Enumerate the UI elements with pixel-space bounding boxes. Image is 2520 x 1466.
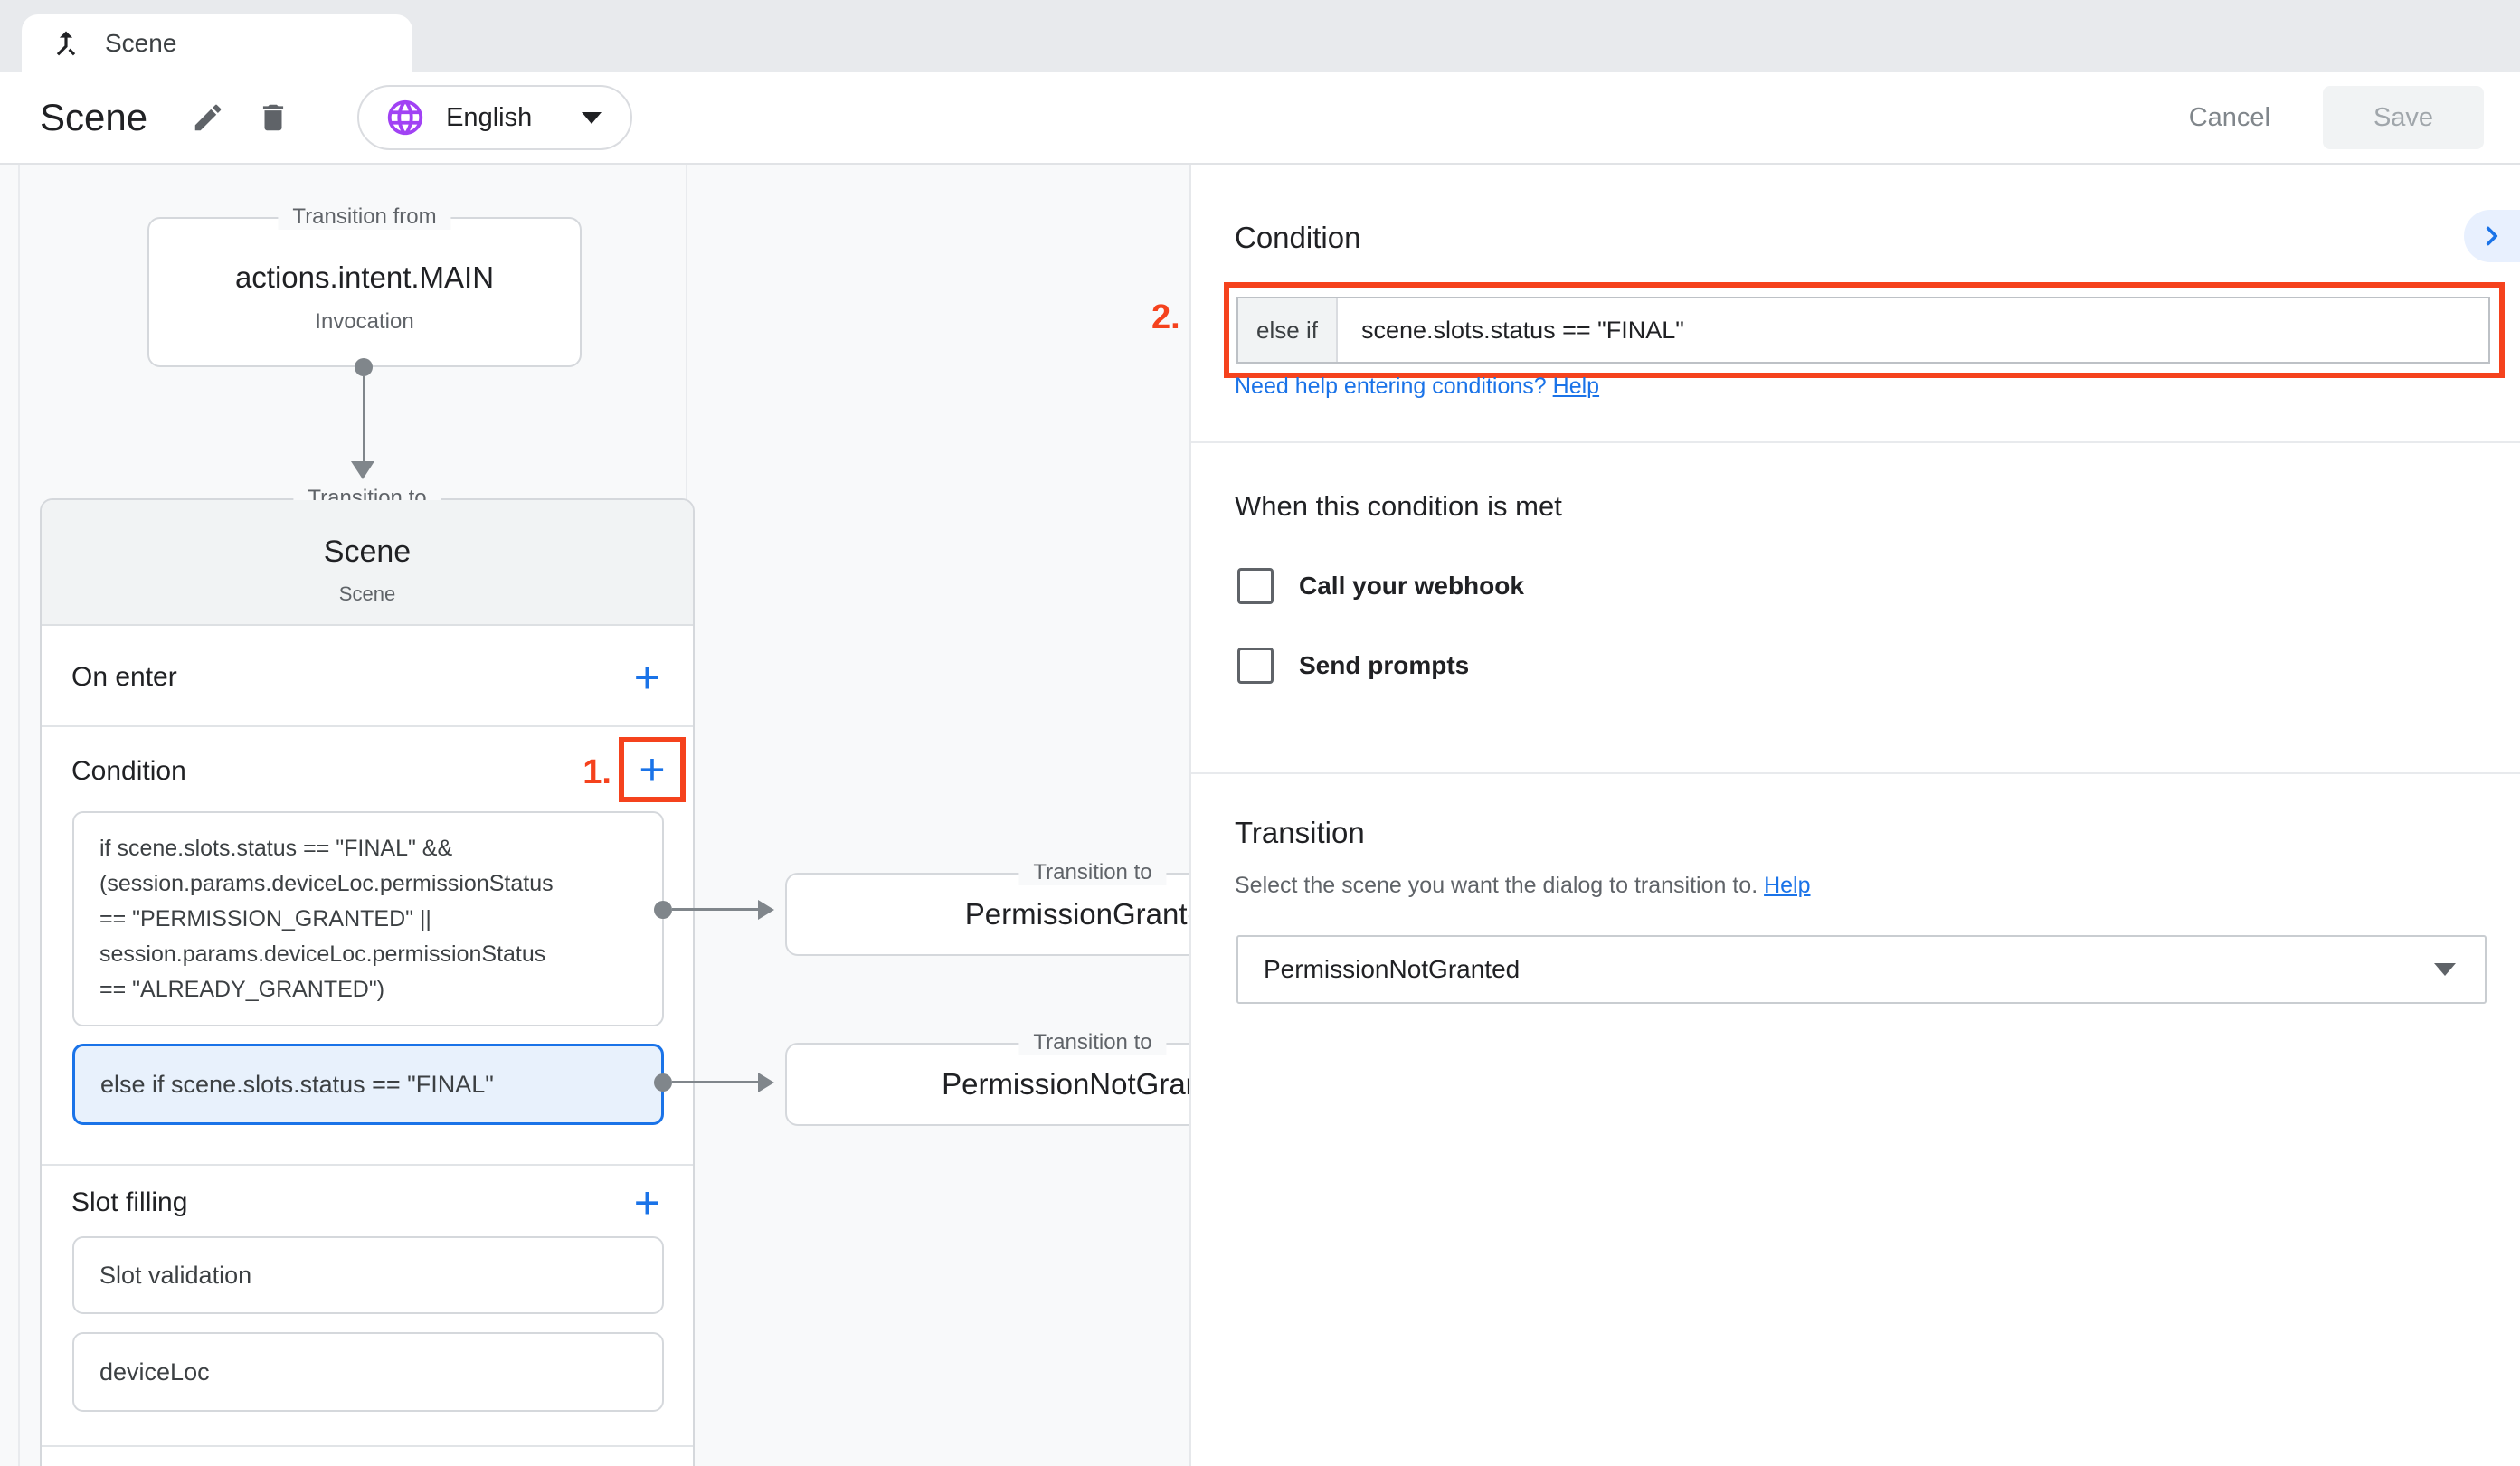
condition-editor: else if scene.slots.status == "FINAL" xyxy=(1236,297,2490,364)
conditions-help-line[interactable]: Need help entering conditions? Help xyxy=(1235,374,1599,400)
globe-icon xyxy=(384,97,426,138)
add-on-enter-button[interactable]: + xyxy=(634,655,660,700)
target-scene-name: PermissionGranted xyxy=(965,897,1189,932)
when-met-heading: When this condition is met xyxy=(1235,490,1562,523)
arrowhead-right-icon xyxy=(758,900,774,920)
node-legend: Transition from xyxy=(278,204,450,230)
condition-details-panel: Condition 2. else if scene.slots.status … xyxy=(1189,165,2520,1466)
intent-type: Invocation xyxy=(149,309,580,335)
transition-scene-select[interactable]: PermissionNotGranted xyxy=(1236,935,2487,1004)
scene-card[interactable]: Transition to Scene Scene On enter + Con… xyxy=(40,498,695,1466)
tab-label: Scene xyxy=(105,29,176,58)
connector-dot xyxy=(654,901,672,919)
transition-help-link[interactable]: Help xyxy=(1764,873,1810,898)
add-condition-button[interactable]: + xyxy=(639,747,665,792)
page-title: Scene xyxy=(40,96,147,139)
transition-heading: Transition xyxy=(1235,816,1365,850)
slot-item-deviceloc[interactable]: deviceLoc xyxy=(72,1332,664,1412)
dropdown-caret-icon xyxy=(2434,963,2456,976)
condition-item-if[interactable]: if scene.slots.status == "FINAL" && (ses… xyxy=(72,811,664,1026)
node-permission-not-granted[interactable]: Transition to PermissionNotGranted xyxy=(785,1043,1189,1126)
connector-line xyxy=(672,1081,761,1083)
condition-prefix: else if xyxy=(1238,298,1338,362)
node-transition-from[interactable]: Transition from actions.intent.MAIN Invo… xyxy=(147,217,582,367)
language-selector[interactable]: English xyxy=(357,85,632,150)
scene-card-subtitle: Scene xyxy=(42,582,693,606)
webhook-option-label: Call your webhook xyxy=(1299,572,1524,601)
help-link[interactable]: Help xyxy=(1553,374,1599,399)
save-button[interactable]: Save xyxy=(2323,86,2484,149)
pencil-icon xyxy=(191,100,225,135)
checkbox-icon[interactable] xyxy=(1237,648,1274,684)
target-scene-name: PermissionNotGranted xyxy=(942,1067,1189,1102)
tab-scene[interactable]: Scene xyxy=(22,14,412,72)
cancel-button[interactable]: Cancel xyxy=(2189,103,2270,133)
connector-dot xyxy=(355,358,373,376)
panel-divider xyxy=(1191,441,2520,443)
main-area: Transition from actions.intent.MAIN Invo… xyxy=(0,165,2520,1466)
panel-divider xyxy=(1191,772,2520,774)
header: Scene English Cancel Save xyxy=(0,72,2520,165)
edit-scene-button[interactable] xyxy=(191,100,225,135)
language-label: English xyxy=(446,103,532,133)
condition-item-else-if[interactable]: else if scene.slots.status == "FINAL" xyxy=(72,1044,664,1125)
condition-section-label: Condition xyxy=(71,756,186,787)
chevron-down-icon xyxy=(582,112,602,124)
transition-subtitle: Select the scene you want the dialog to … xyxy=(1235,873,1811,899)
chevron-right-icon xyxy=(2477,221,2507,251)
section-divider xyxy=(42,1164,693,1166)
webhook-option[interactable]: Call your webhook xyxy=(1237,568,1524,604)
merge-icon xyxy=(49,26,83,61)
condition-if-text: if scene.slots.status == "FINAL" && (ses… xyxy=(74,831,554,1007)
condition-else-text: else if scene.slots.status == "FINAL" xyxy=(75,1067,494,1102)
delete-scene-button[interactable] xyxy=(256,100,290,135)
connector-line xyxy=(363,376,365,463)
trash-icon xyxy=(256,100,290,135)
condition-expression-input[interactable]: scene.slots.status == "FINAL" xyxy=(1338,298,2488,362)
annotation-1-box: + xyxy=(619,737,686,802)
arrowhead-down-icon xyxy=(351,461,374,479)
slot-item-label: deviceLoc xyxy=(74,1358,210,1386)
node-legend: Transition to xyxy=(1018,860,1166,885)
annotation-1: 1. xyxy=(554,753,611,792)
slot-item-label: Slot validation xyxy=(74,1262,251,1290)
scene-card-title: Scene xyxy=(42,534,693,570)
annotation-2: 2. xyxy=(1151,298,1180,337)
checkbox-icon[interactable] xyxy=(1237,568,1274,604)
slot-filling-label: Slot filling xyxy=(71,1187,187,1218)
tab-strip: Scene xyxy=(0,0,2520,72)
canvas-column-line xyxy=(18,165,20,1466)
section-divider xyxy=(42,725,693,727)
on-enter-label: On enter xyxy=(71,662,177,693)
slot-item-validation[interactable]: Slot validation xyxy=(72,1236,664,1314)
arrowhead-right-icon xyxy=(758,1073,774,1092)
node-legend: Transition to xyxy=(1018,1030,1166,1055)
transition-scene-value: PermissionNotGranted xyxy=(1238,955,1520,984)
connector-dot xyxy=(654,1073,672,1092)
section-divider xyxy=(42,1445,693,1447)
collapse-panel-button[interactable] xyxy=(2464,210,2520,262)
add-slot-button[interactable]: + xyxy=(634,1180,660,1225)
panel-condition-heading: Condition xyxy=(1235,221,1360,255)
flow-canvas: Transition from actions.intent.MAIN Invo… xyxy=(0,165,1189,1466)
intent-name: actions.intent.MAIN xyxy=(149,260,580,295)
scene-card-header: Scene Scene xyxy=(42,500,693,626)
prompts-option[interactable]: Send prompts xyxy=(1237,648,1469,684)
node-permission-granted[interactable]: Transition to PermissionGranted xyxy=(785,873,1189,956)
connector-line xyxy=(672,908,761,911)
prompts-option-label: Send prompts xyxy=(1299,651,1469,680)
